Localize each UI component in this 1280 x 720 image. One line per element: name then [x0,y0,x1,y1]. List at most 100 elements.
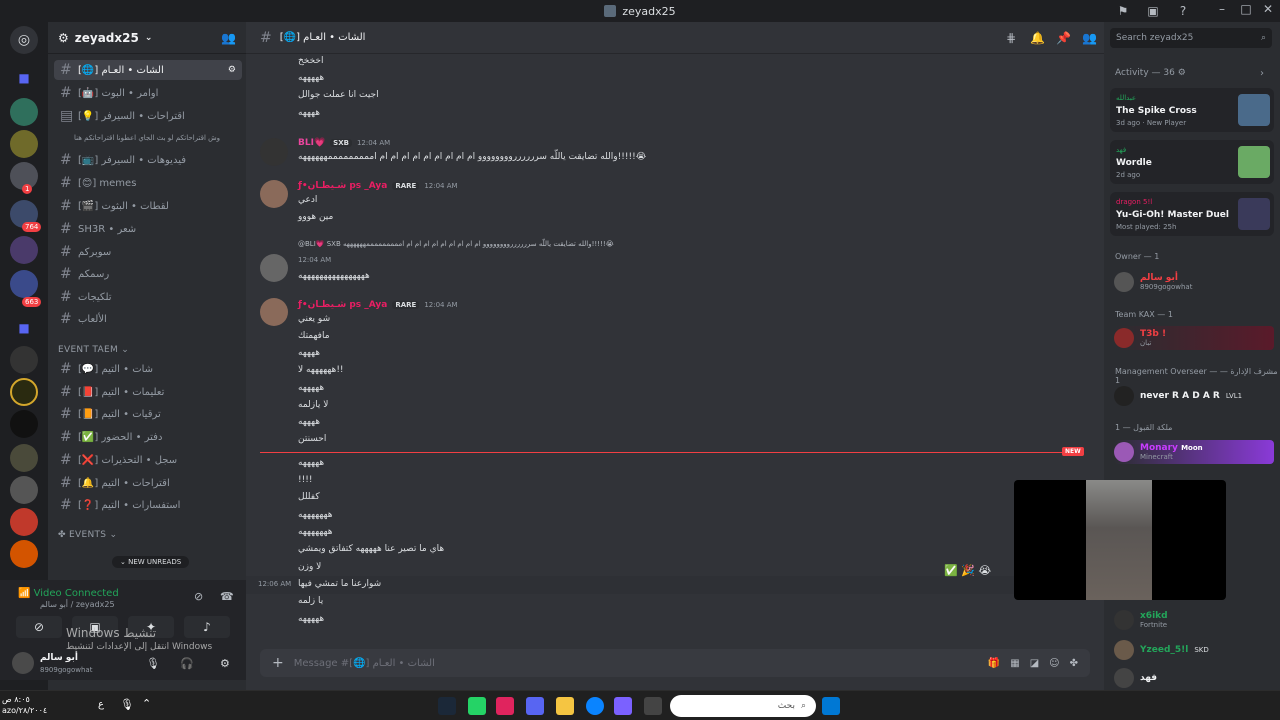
dm-icon[interactable]: ■ [10,64,38,92]
message-author[interactable]: ƒ•شـيطـان ps _Aya RARE 12:04 AM [298,181,458,191]
server-icon-10[interactable] [10,540,38,568]
server-folder-4[interactable] [10,270,38,298]
channel-item[interactable]: # [💬] شات • التيم [54,359,242,379]
capcut-icon[interactable] [496,697,514,715]
server-folder-3[interactable] [10,236,38,264]
gif-icon[interactable]: ▦ [1010,658,1019,669]
member-item[interactable]: Monary Moon Minecraft [1114,440,1274,464]
avatar[interactable] [12,652,34,674]
chevron-up-icon[interactable]: ⌃ [142,697,151,710]
new-unreads-pill[interactable]: ⌄ NEW UNREADS [112,556,190,568]
server-icon-4[interactable] [10,346,38,374]
reply-preview[interactable]: @BLI💗 SXB والله تضايقت ياللّه سررررررووو… [298,240,614,248]
soundboard-button[interactable]: ♪ [184,616,230,638]
apps-icon[interactable]: ✤ [1070,658,1078,669]
channel-item[interactable]: # تلكيجات [54,287,242,307]
thread-item[interactable]: وش اقتراحاتكم لو بث الجاي اعطونا اقتراحا… [54,128,242,148]
pin-icon[interactable]: 📌 [1056,31,1071,45]
channel-item[interactable]: # الألعاب [54,309,242,329]
server-icon-8[interactable] [10,476,38,504]
settings-icon[interactable]: ⚙ [220,657,230,670]
channel-item[interactable]: # [📙] ترقيات • التيم [54,404,242,424]
channel-item[interactable]: # [😊] memes [54,173,242,193]
discord-home-icon[interactable]: ◎ [10,26,38,54]
server-icon-3[interactable]: ■ [10,314,38,342]
channel-item[interactable]: # [✅] دفتر • الحضور [54,427,242,447]
channel-item[interactable]: # [🎬] لقطات • البثوت [54,196,242,216]
channel-item[interactable]: # [❓] استفسارات • التيم [54,495,242,515]
members-icon[interactable]: 👥 [1082,31,1097,45]
windows-start-icon[interactable] [822,697,840,715]
member-item[interactable]: x6ikd Fortnite [1114,608,1274,632]
sticker-icon[interactable]: ◪ [1030,658,1039,669]
message-author[interactable]: ƒ•شـيطـان ps _Aya RARE 12:04 AM [298,300,458,310]
invite-icon[interactable]: 👥 [221,31,236,45]
activity-header[interactable]: Activity — 36 ⚙ [1115,68,1186,78]
task-view-icon[interactable] [644,697,662,715]
minimize-button[interactable]: – [1212,2,1232,16]
whatsapp-icon[interactable] [468,697,486,715]
add-attachment-icon[interactable]: + [272,655,284,671]
screen-icon[interactable]: ▣ [1146,4,1160,18]
edge-icon[interactable] [586,697,604,715]
channel-item[interactable]: # [🔔] اقتراحات • التيم [54,473,242,493]
member-item[interactable]: Yzeed_5!l SKD [1114,638,1274,662]
channel-item[interactable]: # SH3R • شعر [54,219,242,239]
server-icon-2[interactable] [10,130,38,158]
maximize-button[interactable]: □ [1236,2,1256,16]
video-off-button[interactable]: ⊘ [16,616,62,638]
activity-card[interactable]: فهد Wordle 2d ago [1110,140,1274,184]
gift-icon[interactable]: 🎁 [988,658,1000,669]
activity-card[interactable]: dragon 5!l Yu-Gi-Oh! Master Duel Most pl… [1110,192,1274,236]
category-event-taem[interactable]: EVENT TAEM ⌄ [58,345,129,355]
member-item[interactable]: أبو سالم 8909gogowhat [1114,270,1274,294]
server-icon-1[interactable] [10,98,38,126]
steam-icon[interactable] [438,697,456,715]
inbox-icon[interactable]: ⚑ [1116,4,1130,18]
headphones-icon[interactable]: 🎧 [180,657,194,670]
activity-card[interactable]: عبدالله The Spike Cross 3d ago · New Pla… [1110,88,1274,132]
server-icon-9[interactable] [10,508,38,536]
avatar[interactable] [260,254,288,282]
avatar[interactable] [260,180,288,208]
member-item[interactable]: فهد [1114,666,1274,690]
chevron-right-icon[interactable]: › [1260,68,1264,79]
avatar[interactable] [260,138,288,166]
mic-icon[interactable]: 🎙 [146,657,160,670]
discord-taskbar-icon[interactable] [526,697,544,715]
channel-item[interactable]: # [🌐] الشات • العـام ⚙ [54,60,242,80]
bell-icon[interactable]: 🔔 [1030,31,1045,45]
reaction-bar[interactable]: ✅ 🎉 😭 [944,564,991,577]
channel-item[interactable]: # [📺] فيديوهات • السيرفر [54,150,242,170]
message-author[interactable]: 12:04 AM [298,256,331,264]
taskbar-search[interactable]: بحث ⌕ [670,695,816,717]
server-icon-5[interactable] [10,378,38,406]
file-explorer-icon[interactable] [556,697,574,715]
mic-icon[interactable]: 🎙 [120,698,134,711]
threads-icon[interactable]: ⋕ [1004,31,1018,45]
language-indicator[interactable]: ع [98,699,104,710]
channel-item[interactable]: ▤ [💡] اقتراحات • السيرفر [54,106,242,126]
channel-item[interactable]: # [📕] تعليمات • التيم [54,382,242,402]
server-icon-7[interactable] [10,444,38,472]
clock[interactable]: ٨:٠٥ ص azo/٢٨/٢٠٠٤ [2,694,47,716]
guild-header[interactable]: ⚙ zeyadx25 ⌄ 👥 [48,22,246,54]
disconnect-icon[interactable]: ☎ [220,590,234,603]
emoji-icon[interactable]: ☺ [1049,658,1059,669]
settings-icon[interactable]: ⚙ [228,65,236,75]
noise-suppression-icon[interactable]: ⊘ [194,590,203,603]
channel-item[interactable]: # [❌] سجل • التحذيرات [54,450,242,470]
member-item[interactable]: never R A D A R LVL1 [1114,384,1274,408]
help-icon[interactable]: ? [1176,4,1190,18]
message-author[interactable]: BLI💗 SXB 12:04 AM [298,138,390,148]
avatar[interactable] [260,298,288,326]
video-popout[interactable] [1014,480,1226,600]
voice-channel[interactable]: أبو سالم / zeyadx25 [40,600,115,609]
close-button[interactable]: ✕ [1258,2,1278,16]
message-composer[interactable]: + Message #[🌐] الشات • العـام 🎁 ▦ ◪ ☺ ✤ [260,649,1090,677]
channel-item[interactable]: # [🤖] اوامر • البوت [54,83,242,103]
server-icon-6[interactable] [10,410,38,438]
copilot-icon[interactable] [614,697,632,715]
channel-item[interactable]: # رسمكم [54,264,242,284]
channel-item[interactable]: # سوبركم [54,242,242,262]
